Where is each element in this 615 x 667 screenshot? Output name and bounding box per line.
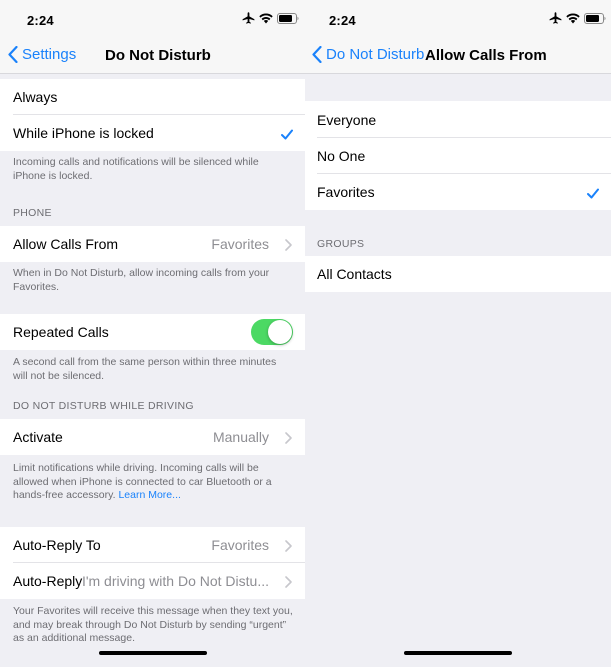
chevron-right-icon (285, 431, 292, 447)
status-time: 2:24 (329, 13, 356, 28)
back-button-label: Settings (22, 46, 77, 63)
auto-reply-to-row[interactable]: Auto-Reply To Favorites (0, 527, 305, 563)
wifi-icon (259, 12, 273, 24)
home-indicator[interactable] (99, 651, 207, 655)
back-button-settings[interactable]: Settings (8, 46, 76, 63)
driving-note: Limit notifications while driving. Incom… (13, 462, 272, 501)
group-all-contacts[interactable]: All Contacts (305, 256, 611, 292)
section-header-phone: PHONE (13, 207, 52, 219)
allow-calls-from-screen: 2:24 Do Not Disturb Allow Calls From Eve… (305, 0, 611, 667)
option-while-locked[interactable]: While iPhone is locked (0, 115, 305, 151)
auto-reply-to-value: Favorites (211, 537, 269, 553)
chevron-left-icon (8, 46, 22, 63)
section-header-driving: DO NOT DISTURB WHILE DRIVING (13, 400, 194, 412)
battery-icon (584, 12, 606, 24)
back-button-do-not-disturb[interactable]: Do Not Disturb (312, 46, 424, 63)
battery-icon (277, 12, 299, 24)
status-time: 2:24 (27, 13, 54, 28)
allow-calls-from-value: Favorites (211, 236, 269, 252)
activate-row[interactable]: Activate Manually (0, 419, 305, 455)
auto-reply-row[interactable]: Auto-Reply I'm driving with Do Not Distu… (0, 563, 305, 599)
activate-value: Manually (212, 429, 269, 445)
back-button-label: Do Not Disturb (326, 46, 425, 63)
nav-bar: Do Not Disturb Allow Calls From (305, 38, 611, 74)
repeated-calls-note: A second call from the same person withi… (13, 356, 277, 382)
learn-more-link[interactable]: Learn More... (118, 489, 180, 501)
option-no-one[interactable]: No One (305, 138, 611, 174)
page-title: Allow Calls From (425, 47, 547, 64)
status-bar: 2:24 (305, 0, 611, 38)
nav-bar: Settings Do Not Disturb (0, 38, 305, 74)
option-favorites[interactable]: Favorites (305, 174, 611, 210)
chevron-left-icon (312, 46, 326, 63)
silence-note: Incoming calls and notifications will be… (13, 156, 259, 182)
auto-reply-note: Your Favorites will receive this message… (13, 605, 293, 644)
allow-calls-note: When in Do Not Disturb, allow incoming c… (13, 267, 270, 293)
auto-reply-value: I'm driving with Do Not Distu... (81, 573, 269, 589)
section-header-groups: GROUPS (317, 238, 365, 250)
chevron-right-icon (285, 575, 292, 591)
option-everyone[interactable]: Everyone (305, 101, 611, 138)
checkmark-icon (587, 186, 599, 202)
home-indicator[interactable] (404, 651, 512, 655)
repeated-calls-toggle[interactable] (251, 319, 293, 345)
repeated-calls-row: Repeated Calls (0, 314, 305, 350)
option-always[interactable]: Always (0, 79, 305, 115)
airplane-icon (242, 12, 255, 24)
chevron-right-icon (285, 539, 292, 555)
wifi-icon (566, 12, 580, 24)
do-not-disturb-screen: 2:24 Settings Do Not Disturb Always Whil… (0, 0, 305, 667)
checkmark-icon (281, 127, 293, 143)
status-bar: 2:24 (0, 0, 305, 38)
airplane-icon (549, 12, 562, 24)
page-title: Do Not Disturb (105, 47, 211, 64)
chevron-right-icon (285, 238, 292, 254)
allow-calls-from-row[interactable]: Allow Calls From Favorites (0, 226, 305, 262)
